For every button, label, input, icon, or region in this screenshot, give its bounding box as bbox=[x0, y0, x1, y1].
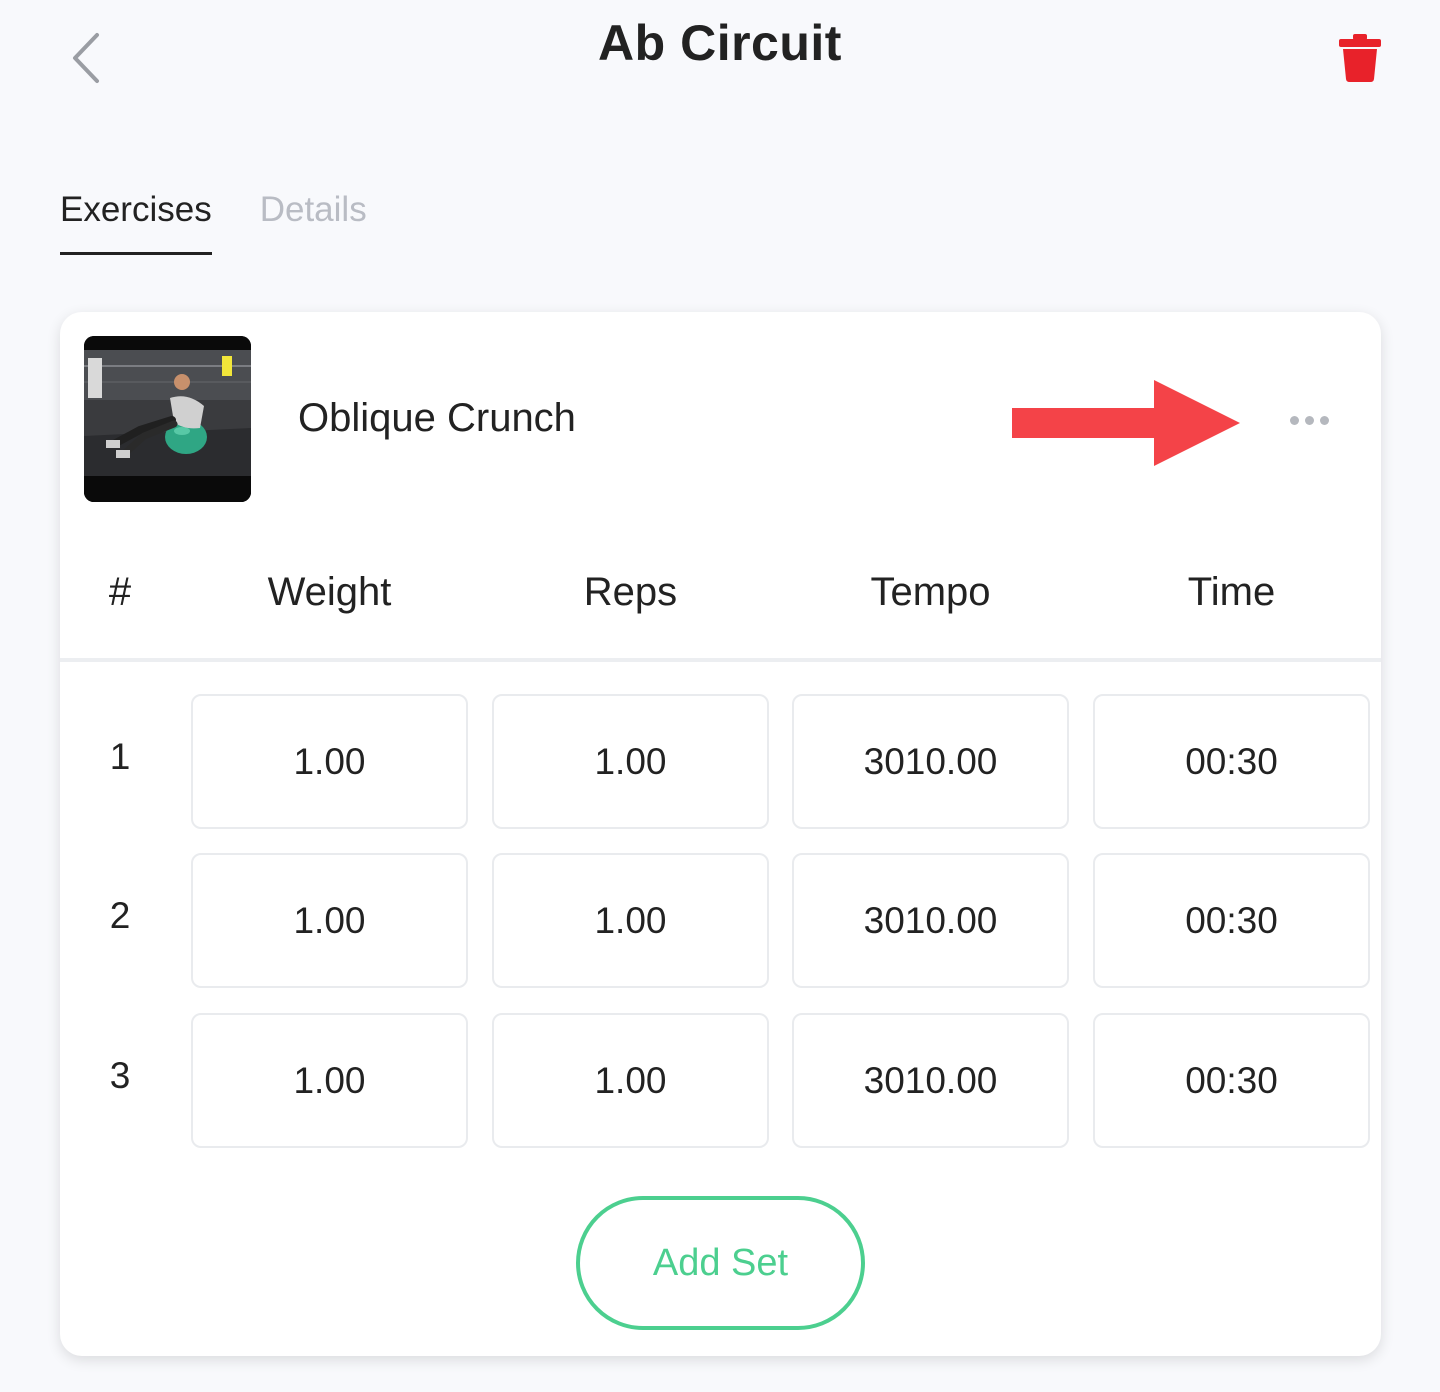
red-arrow-icon bbox=[1012, 380, 1240, 466]
weight-input[interactable]: 1.00 bbox=[191, 853, 468, 988]
set-number: 1 bbox=[109, 736, 131, 777]
exercise-thumbnail-image bbox=[84, 336, 251, 502]
reps-input[interactable]: 1.00 bbox=[492, 694, 769, 829]
set-number: 2 bbox=[109, 895, 131, 936]
trash-icon bbox=[1339, 34, 1381, 82]
sets-table-header: # Weight Reps Tempo Time bbox=[60, 570, 1381, 662]
reps-input[interactable]: 1.00 bbox=[492, 1013, 769, 1148]
more-dot bbox=[1319, 415, 1329, 425]
add-set-button[interactable]: Add Set bbox=[576, 1196, 865, 1330]
set-row: 3 1.00 1.00 3010.00 00:30 bbox=[60, 1013, 1381, 1149]
set-number: 3 bbox=[109, 1055, 131, 1096]
tempo-input[interactable]: 3010.00 bbox=[792, 694, 1069, 829]
more-horizontal-icon bbox=[1289, 415, 1299, 425]
column-header-time: Time bbox=[1187, 570, 1276, 614]
column-header-weight: Weight bbox=[267, 570, 392, 614]
time-input[interactable]: 00:30 bbox=[1093, 1013, 1370, 1148]
page-title: Ab Circuit bbox=[598, 15, 842, 71]
set-row: 1 1.00 1.00 3010.00 00:30 bbox=[60, 694, 1381, 830]
more-options-button[interactable] bbox=[1272, 400, 1346, 440]
reps-input[interactable]: 1.00 bbox=[492, 853, 769, 988]
tab-bar: Exercises Details bbox=[60, 190, 367, 255]
tempo-input[interactable]: 3010.00 bbox=[792, 853, 1069, 988]
time-input[interactable]: 00:30 bbox=[1093, 853, 1370, 988]
tab-details[interactable]: Details bbox=[260, 190, 367, 255]
column-header-tempo: Tempo bbox=[870, 570, 991, 614]
tempo-input[interactable]: 3010.00 bbox=[792, 1013, 1069, 1148]
column-header-reps: Reps bbox=[583, 570, 678, 614]
time-input[interactable]: 00:30 bbox=[1093, 694, 1370, 829]
exercise-name: Oblique Crunch bbox=[298, 396, 576, 440]
exercise-thumbnail[interactable] bbox=[84, 336, 251, 502]
delete-button[interactable] bbox=[1334, 30, 1386, 86]
exercise-card: Oblique Crunch # Weight Reps Tempo Time … bbox=[60, 312, 1381, 1356]
weight-input[interactable]: 1.00 bbox=[191, 694, 468, 829]
weight-input[interactable]: 1.00 bbox=[191, 1013, 468, 1148]
set-row: 2 1.00 1.00 3010.00 00:30 bbox=[60, 853, 1381, 989]
tab-exercises[interactable]: Exercises bbox=[60, 190, 212, 255]
more-dot bbox=[1304, 415, 1314, 425]
column-header-number: # bbox=[108, 570, 132, 614]
